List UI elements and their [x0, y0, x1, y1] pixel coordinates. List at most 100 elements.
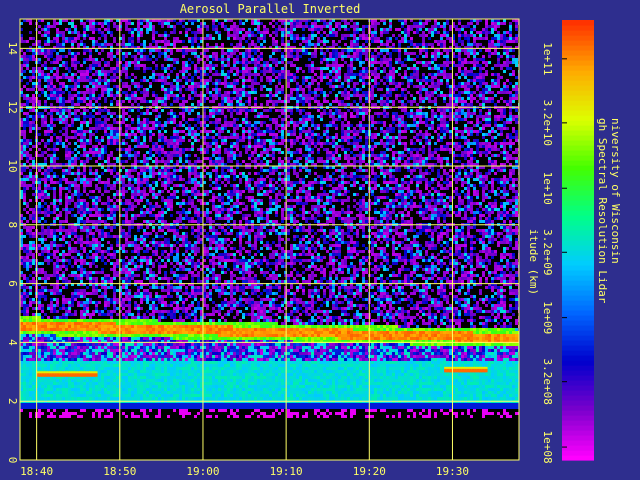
heat-cell — [29, 280, 33, 284]
heat-cell — [23, 64, 27, 68]
heat-cell — [104, 139, 108, 143]
heat-cell — [59, 454, 63, 458]
heat-cell — [68, 142, 72, 146]
heat-cell — [89, 289, 93, 293]
heat-cell — [89, 361, 93, 365]
heat-cell — [104, 94, 108, 98]
heat-cell — [59, 397, 63, 401]
heat-cell — [83, 451, 87, 455]
heat-cell — [23, 49, 27, 53]
heat-cell — [77, 346, 81, 350]
heat-cell — [83, 103, 87, 107]
heat-cell — [26, 79, 30, 83]
heat-cell — [32, 25, 36, 29]
heat-cell — [65, 124, 69, 128]
heat-cell — [26, 280, 30, 284]
heat-cell — [110, 70, 114, 74]
heat-cell — [83, 352, 87, 356]
heat-cell — [38, 439, 42, 443]
heat-cell — [59, 265, 63, 269]
heat-cell — [89, 316, 93, 320]
heat-cell — [74, 82, 78, 86]
heat-cell — [107, 382, 111, 386]
heat-cell — [80, 328, 84, 332]
heat-cell — [92, 160, 96, 164]
heat-cell — [74, 295, 78, 299]
heat-cell — [95, 130, 99, 134]
heat-cell — [47, 64, 51, 68]
heat-cell — [50, 268, 54, 272]
heat-cell — [86, 91, 90, 95]
heat-cell — [32, 109, 36, 113]
heat-cell — [56, 253, 60, 257]
heat-cell — [110, 406, 114, 410]
heat-cell — [71, 328, 75, 332]
heat-cell — [83, 448, 87, 452]
heat-cell — [26, 373, 30, 377]
heat-cell — [107, 199, 111, 203]
heat-cell — [59, 292, 63, 296]
heat-cell — [92, 388, 96, 392]
heat-cell — [47, 358, 51, 362]
heat-cell — [71, 100, 75, 104]
heat-cell — [41, 94, 45, 98]
heat-cell — [38, 394, 42, 398]
heat-cell — [74, 391, 78, 395]
heat-cell — [71, 400, 75, 404]
heat-cell — [110, 259, 114, 263]
heat-cell — [68, 130, 72, 134]
heat-cell — [104, 241, 108, 245]
heat-cell — [65, 214, 69, 218]
heat-cell — [116, 193, 120, 197]
heat-cell — [113, 361, 117, 365]
heat-cell — [26, 130, 30, 134]
heat-cell — [104, 205, 108, 209]
heat-cell — [65, 271, 69, 275]
heat-cell — [59, 436, 63, 440]
heat-cell — [71, 418, 75, 422]
heat-cell — [23, 19, 27, 23]
heat-cell — [44, 148, 48, 152]
heat-cell — [50, 391, 54, 395]
heat-cell — [98, 289, 102, 293]
heat-cell — [32, 214, 36, 218]
heat-cell — [104, 199, 108, 203]
heat-cell — [65, 454, 69, 458]
heat-cell — [62, 328, 66, 332]
heat-cell — [86, 280, 90, 284]
heat-cell — [74, 136, 78, 140]
heat-cell — [98, 64, 102, 68]
heat-cell — [29, 154, 33, 158]
heat-cell — [86, 19, 90, 23]
heat-cell — [65, 292, 69, 296]
heat-cell — [53, 442, 57, 446]
heat-cell — [92, 307, 96, 311]
heat-cell — [107, 436, 111, 440]
heat-cell — [83, 265, 87, 269]
heat-cell — [65, 280, 69, 284]
heat-cell — [44, 28, 48, 32]
heat-cell — [89, 172, 93, 176]
heat-cell — [107, 121, 111, 125]
heat-cell — [83, 337, 87, 341]
heat-cell — [116, 19, 120, 23]
heat-cell — [107, 55, 111, 59]
heat-cell — [41, 133, 45, 137]
heat-cell — [98, 31, 102, 35]
heat-cell — [68, 256, 72, 260]
heat-cell — [74, 220, 78, 224]
heat-cell — [110, 298, 114, 302]
heat-cell — [101, 328, 105, 332]
heat-cell — [71, 133, 75, 137]
heat-cell — [101, 307, 105, 311]
heat-cell — [95, 61, 99, 65]
heat-cell — [74, 274, 78, 278]
heat-cell — [47, 205, 51, 209]
heat-cell — [92, 148, 96, 152]
heat-cell — [26, 403, 30, 407]
heat-cell — [116, 301, 120, 305]
heat-cell — [62, 190, 66, 194]
heat-cell — [53, 208, 57, 212]
heat-cell — [62, 319, 66, 323]
heat-cell — [53, 292, 57, 296]
